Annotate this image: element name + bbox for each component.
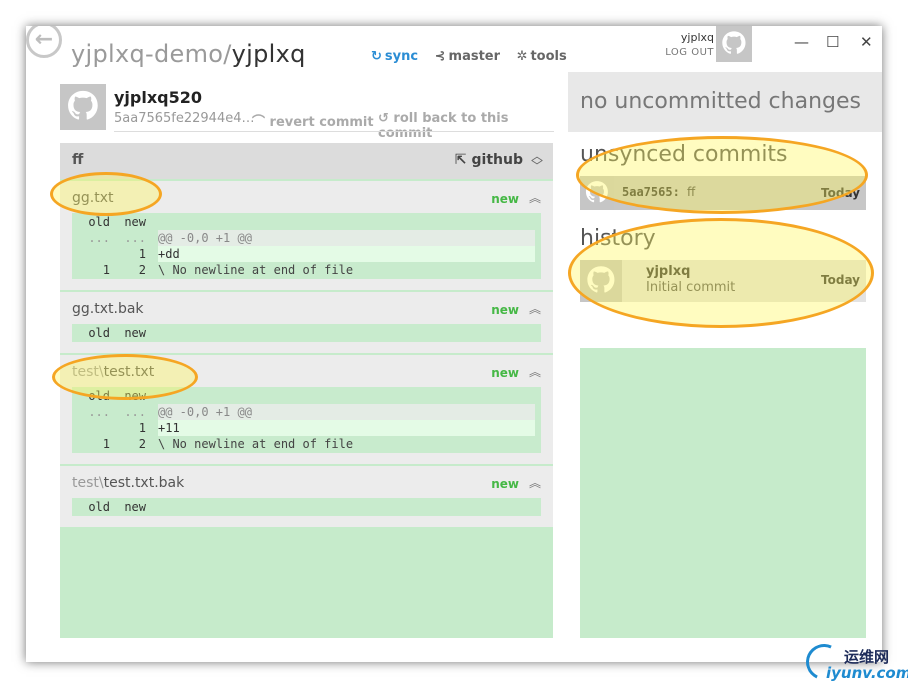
- collapse-icon[interactable]: ︽: [529, 363, 541, 380]
- diff-row: 1 +11: [72, 420, 541, 436]
- tools-button[interactable]: ✲ tools: [517, 49, 567, 64]
- rollback-icon: ↺: [378, 111, 394, 126]
- external-link-icon: ⇱: [454, 152, 472, 168]
- back-button[interactable]: ←: [26, 26, 62, 58]
- file-status-badge: new: [491, 477, 519, 491]
- diff-row: 1 2 \ No newline at end of file: [102, 437, 354, 451]
- watermark-logo: 运维网 iyunv.com: [800, 638, 908, 686]
- annotation-ellipse: [568, 218, 874, 328]
- commit-header: yjplxq520 5aa7565fe22944e4… ⌒ revert com…: [60, 84, 554, 141]
- repo-name: yjplxq: [231, 40, 306, 68]
- diff-row: ...... @@ -0,0 +1 @@: [72, 230, 541, 246]
- branch-button[interactable]: ⊰ master: [435, 49, 500, 64]
- sync-button[interactable]: ↻ sync: [371, 49, 418, 64]
- diff-header-row: old new: [88, 326, 146, 340]
- file-name[interactable]: gg.txt.bak: [72, 301, 144, 317]
- diff-header-row: old new: [88, 215, 146, 229]
- octocat-icon: [722, 31, 746, 54]
- commit-author: yjplxq520: [114, 88, 203, 107]
- branch-icon: ⊰: [434, 49, 446, 64]
- watermark-url: iyunv.com: [826, 664, 908, 682]
- annotation-ellipse: [576, 136, 868, 214]
- no-changes-label: no uncommitted changes: [580, 89, 861, 114]
- account-info: yjplxq LOG OUT: [654, 31, 714, 58]
- toolbar: ↻ sync ⊰ master ✲ tools: [371, 49, 579, 64]
- file-status-badge: new: [491, 192, 519, 206]
- annotation-ellipse: [50, 172, 162, 216]
- sync-icon: ↻: [371, 49, 382, 64]
- file-name[interactable]: test\test.txt.bak: [72, 475, 184, 491]
- annotation-ellipse: [52, 354, 198, 400]
- octocat-icon: [68, 90, 98, 120]
- minimize-button[interactable]: —: [794, 33, 809, 51]
- diff-row: ...... @@ -0,0 +1 @@: [72, 404, 541, 420]
- repo-separator: /: [223, 40, 232, 68]
- commit-message-bar: ff ⇱ github ︿ ﹀: [60, 143, 553, 179]
- rollback-button[interactable]: ↺ roll back to this commit: [378, 111, 554, 141]
- diff-table: old new: [72, 324, 541, 342]
- revert-icon: ⌒: [252, 115, 270, 130]
- collapse-all-icon[interactable]: ︿ ﹀: [531, 150, 543, 172]
- close-button[interactable]: ✕: [860, 33, 873, 51]
- collapse-icon[interactable]: ︽: [529, 300, 541, 317]
- back-arrow-icon: ←: [34, 27, 54, 52]
- repo-owner[interactable]: yjplxq-demo: [71, 40, 223, 68]
- commit-sha: 5aa7565fe22944e4…: [114, 111, 255, 126]
- commit-author-avatar: [60, 84, 106, 130]
- diff-row: 1 2 \ No newline at end of file: [102, 263, 354, 277]
- app-window: ← yjplxq-demo/yjplxq ↻ sync ⊰ master ✲ tool…: [26, 26, 882, 662]
- commit-message: ff: [72, 152, 84, 168]
- file-status-badge: new: [491, 366, 519, 380]
- gear-icon: ✲: [516, 49, 528, 64]
- diff-header-row: old new: [88, 500, 146, 514]
- collapse-icon[interactable]: ︽: [529, 474, 541, 491]
- github-link[interactable]: ⇱ github: [455, 152, 523, 168]
- logout-link[interactable]: LOG OUT: [654, 47, 714, 58]
- file-diff: test\test.txt.bak new ︽ old new: [60, 466, 553, 527]
- account-username: yjplxq: [680, 31, 714, 44]
- history-list-area: [580, 348, 866, 638]
- diff-table: old new: [72, 498, 541, 516]
- file-status-badge: new: [491, 303, 519, 317]
- divider: [114, 131, 554, 132]
- file-diff: gg.txt.bak new ︽ old new: [60, 292, 553, 353]
- uncommitted-changes-bar: no uncommitted changes: [568, 72, 882, 132]
- collapse-icon[interactable]: ︽: [529, 189, 541, 206]
- account-avatar[interactable]: [716, 26, 752, 62]
- diff-table: old new ...... @@ -0,0 +1 @@ 1 +dd 1 2 \ No n…: [72, 213, 541, 279]
- maximize-button[interactable]: ☐: [826, 33, 839, 51]
- diff-row: 1 +dd: [72, 246, 541, 262]
- revert-commit-button[interactable]: ⌒ revert commit: [252, 111, 374, 130]
- repo-title: yjplxq-demo/yjplxq: [71, 40, 306, 68]
